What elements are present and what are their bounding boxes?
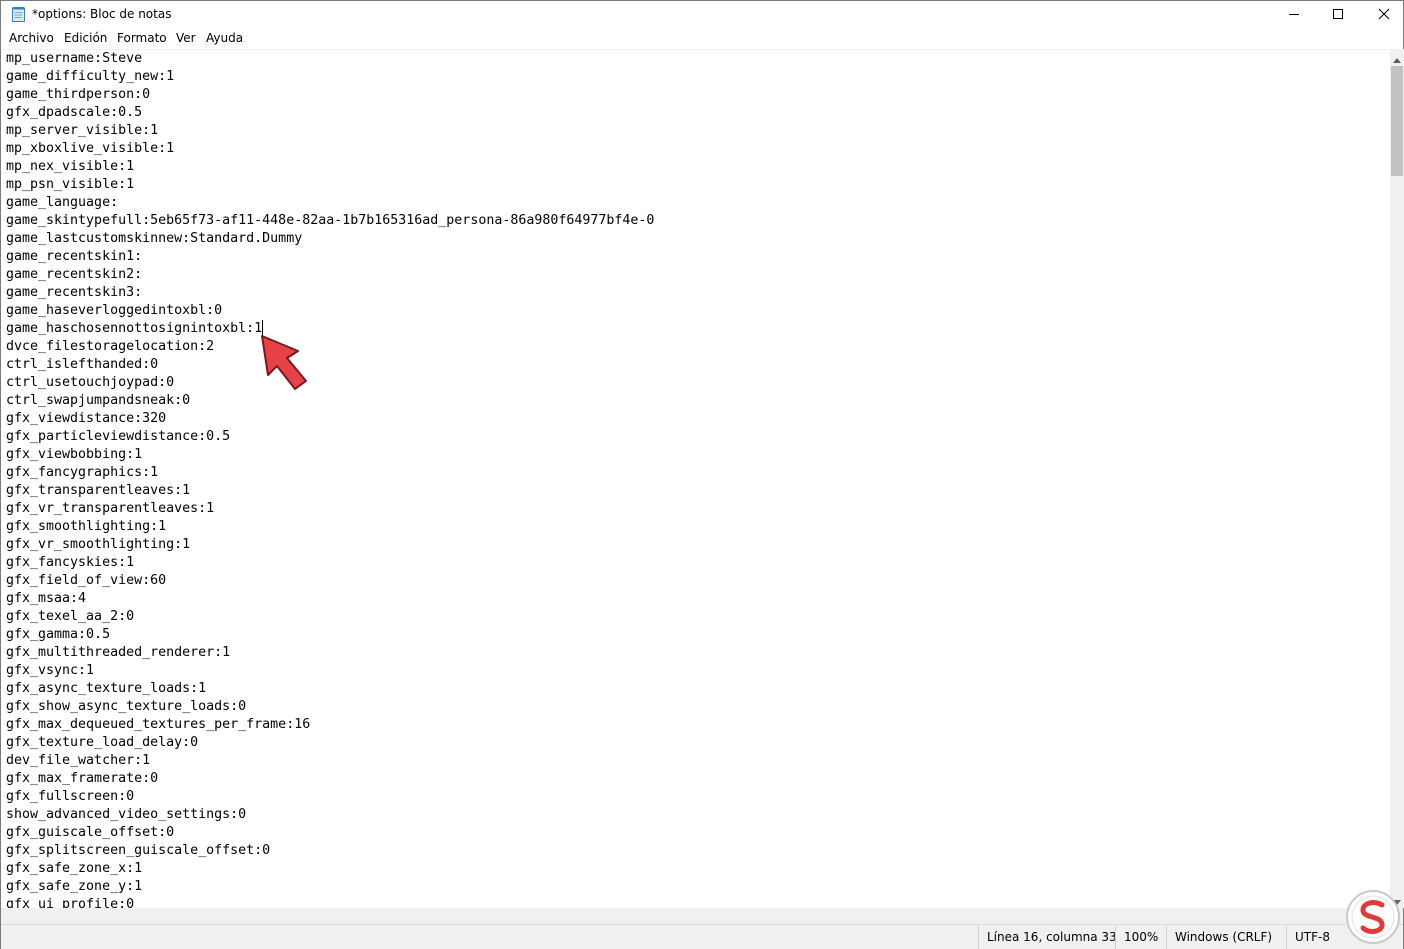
minimize-icon bbox=[1288, 5, 1300, 24]
text-line: gfx_async_texture_loads:1 bbox=[6, 681, 207, 696]
text-line: gfx_ui_profile:0 bbox=[6, 897, 135, 908]
status-zoom: 100% bbox=[1115, 925, 1166, 949]
text-line: gfx_multithreaded_renderer:1 bbox=[6, 645, 231, 660]
menu-edicion[interactable]: Edición bbox=[64, 31, 107, 46]
text-line: gfx_safe_zone_x:1 bbox=[6, 861, 143, 876]
text-line: gfx_texel_aa_2:0 bbox=[6, 609, 135, 624]
text-line: gfx_smoothlighting:1 bbox=[6, 519, 167, 534]
text-editor[interactable]: mp_username:Steve game_difficulty_new:1ga… bbox=[1, 49, 1390, 908]
text-line: mp_nex_visible:1 bbox=[6, 159, 135, 174]
status-line-ending: Windows (CRLF) bbox=[1166, 925, 1286, 949]
title-bar[interactable]: *options: Bloc de notas bbox=[1, 1, 1403, 27]
text-line: gfx_max_dequeued_textures_per_frame:16 bbox=[6, 717, 311, 732]
text-line: mp_psn_visible:1 bbox=[6, 177, 135, 192]
text-line: dev_file_watcher:1 bbox=[6, 753, 151, 768]
text-line: gfx_fullscreen:0 bbox=[6, 789, 135, 804]
text-line: gfx_viewbobbing:1 bbox=[6, 447, 143, 462]
text-line: game_skintypefull:5eb65f73-af11-448e-82a… bbox=[6, 213, 655, 228]
window-title: *options: Bloc de notas bbox=[32, 7, 172, 21]
menu-ayuda[interactable]: Ayuda bbox=[206, 31, 243, 46]
text-line: gfx_vr_transparentleaves:1 bbox=[6, 501, 215, 516]
scrollbar-thumb[interactable] bbox=[1391, 66, 1403, 176]
text-line: mp_username:Steve bbox=[6, 51, 143, 66]
text-line: gfx_show_async_texture_loads:0 bbox=[6, 699, 247, 714]
text-line: ctrl_usetouchjoypad:0 bbox=[6, 375, 175, 390]
text-line: gfx_dpadscale:0.5 bbox=[6, 105, 143, 120]
text-line: gfx_safe_zone_y:1 bbox=[6, 879, 143, 894]
text-line: gfx_transparentleaves:1 bbox=[6, 483, 191, 498]
text-line: game_thirdperson:0 bbox=[6, 87, 151, 102]
text-line: gfx_gamma:0.5 bbox=[6, 627, 111, 642]
text-line: show_advanced_video_settings:0 bbox=[6, 807, 247, 822]
text-line: game_haschosennottosignintoxbl:1 bbox=[6, 321, 263, 336]
close-icon bbox=[1378, 5, 1390, 24]
minimize-button[interactable] bbox=[1271, 1, 1317, 27]
text-line: game_recentskin2: bbox=[6, 267, 143, 282]
watermark-logo-icon bbox=[1344, 888, 1402, 946]
status-bar: Línea 16, columna 33 100% Windows (CRLF)… bbox=[1, 924, 1403, 949]
text-line: ctrl_islefthanded:0 bbox=[6, 357, 159, 372]
text-line: mp_server_visible:1 bbox=[6, 123, 159, 138]
close-button[interactable] bbox=[1361, 1, 1404, 27]
menu-ver[interactable]: Ver bbox=[176, 31, 196, 46]
text-line: gfx_particleviewdistance:0.5 bbox=[6, 429, 231, 444]
maximize-button[interactable] bbox=[1315, 1, 1361, 27]
text-line: gfx_vr_smoothlighting:1 bbox=[6, 537, 191, 552]
menu-formato[interactable]: Formato bbox=[117, 31, 167, 46]
text-line: gfx_max_framerate:0 bbox=[6, 771, 159, 786]
text-line: game_recentskin1: bbox=[6, 249, 143, 264]
text-line: game_haseverloggedintoxbl:0 bbox=[6, 303, 223, 318]
editor-lines: mp_username:Steve game_difficulty_new:1ga… bbox=[6, 50, 654, 908]
notepad-icon bbox=[11, 6, 26, 22]
red-pointer-arrow-icon bbox=[258, 333, 310, 391]
text-line: game_recentskin3: bbox=[6, 285, 143, 300]
text-line: gfx_vsync:1 bbox=[6, 663, 95, 678]
menu-archivo[interactable]: Archivo bbox=[9, 31, 54, 46]
text-line: gfx_field_of_view:60 bbox=[6, 573, 167, 588]
text-line: gfx_fancyskies:1 bbox=[6, 555, 135, 570]
scroll-up-arrow-icon bbox=[1393, 48, 1401, 67]
text-line: gfx_msaa:4 bbox=[6, 591, 87, 606]
menu-bar: Archivo Edición Formato Ver Ayuda bbox=[1, 29, 1403, 48]
maximize-icon bbox=[1332, 5, 1344, 24]
horizontal-scroll-strip bbox=[1, 908, 1403, 924]
notepad-window: *options: Bloc de notas Archivo Edición … bbox=[0, 0, 1404, 949]
text-line: game_difficulty_new:1 bbox=[6, 69, 175, 84]
vertical-scrollbar[interactable] bbox=[1390, 49, 1404, 908]
text-line: mp_xboxlive_visible:1 bbox=[6, 141, 175, 156]
status-cursor-position: Línea 16, columna 33 bbox=[978, 925, 1117, 949]
text-line: ctrl_swapjumpandsneak:0 bbox=[6, 393, 191, 408]
scroll-up-button[interactable] bbox=[1390, 49, 1404, 66]
text-line: game_lastcustomskinnew:Standard.Dummy bbox=[6, 231, 303, 246]
text-line: gfx_fancygraphics:1 bbox=[6, 465, 159, 480]
text-line: gfx_splitscreen_guiscale_offset:0 bbox=[6, 843, 271, 858]
text-line: game_language: bbox=[6, 195, 119, 210]
text-line: gfx_texture_load_delay:0 bbox=[6, 735, 199, 750]
text-line: gfx_viewdistance:320 bbox=[6, 411, 167, 426]
text-line: dvce_filestoragelocation:2 bbox=[6, 339, 215, 354]
text-line: gfx_guiscale_offset:0 bbox=[6, 825, 175, 840]
